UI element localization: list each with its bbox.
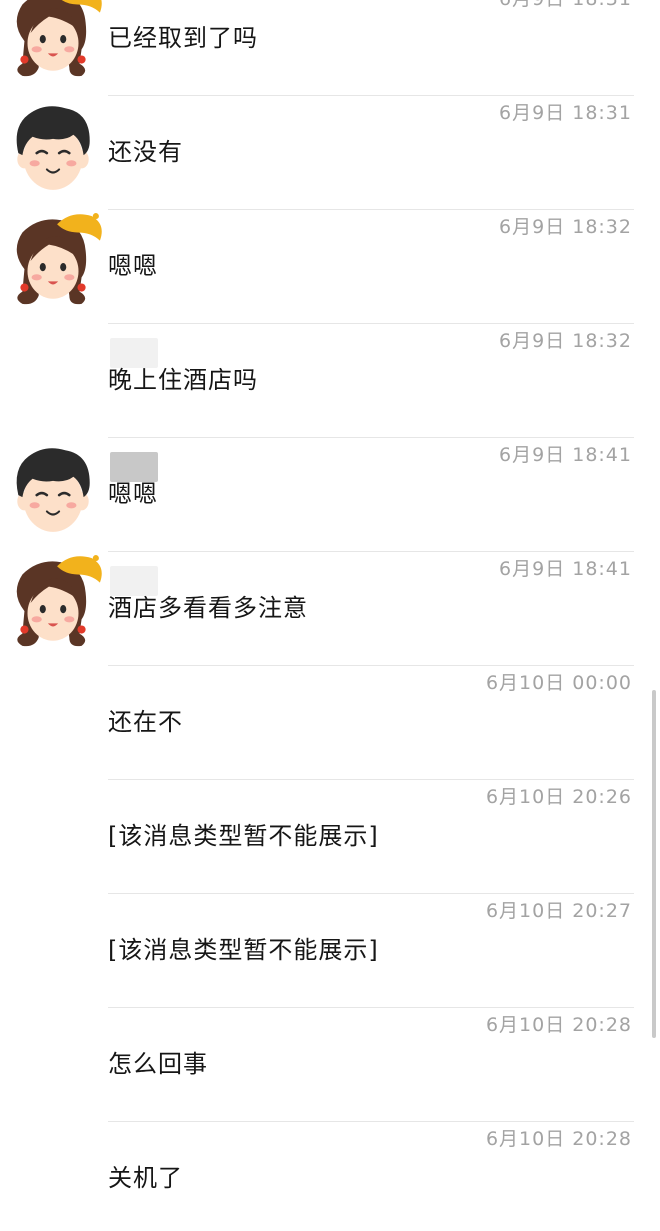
message-text: 还在不 (108, 708, 183, 736)
message-text: 怎么回事 (108, 1050, 208, 1078)
boy-avatar-icon[interactable] (2, 438, 104, 540)
message-timestamp: 6月10日 20:28 (485, 1128, 632, 1150)
message-text: 关机了 (108, 1164, 183, 1192)
message-row[interactable]: 6月10日 20:27 [该消息类型暂不能展示] (0, 894, 660, 1008)
message-timestamp: 6月10日 20:26 (485, 786, 632, 808)
girl-avatar-icon[interactable] (2, 552, 104, 654)
message-timestamp: 6月10日 20:27 (485, 900, 632, 922)
message-row[interactable]: 6月9日 18:32 嗯嗯 (0, 210, 660, 324)
message-row[interactable]: 6月9日 18:32 晚上住酒店吗 (0, 324, 660, 438)
message-text: [该消息类型暂不能展示] (108, 936, 379, 964)
message-timestamp: 6月9日 18:31 (499, 0, 632, 11)
message-text: 晚上住酒店吗 (108, 366, 258, 394)
scrollbar[interactable] (652, 690, 656, 1038)
message-text: 还没有 (108, 138, 183, 166)
message-timestamp: 6月10日 00:00 (485, 672, 632, 694)
message-timestamp: 6月10日 20:28 (485, 1014, 632, 1036)
message-row[interactable]: 6月10日 20:26 [该消息类型暂不能展示] (0, 780, 660, 894)
message-timestamp: 6月9日 18:41 (499, 444, 632, 466)
message-text: 已经取到了吗 (108, 24, 258, 52)
message-text: 酒店多看看多注意 (108, 594, 308, 622)
message-row[interactable]: 6月9日 18:31 还没有 (0, 96, 660, 210)
chat-history-page: 6月9日 18:31 已经取到了吗 6月9日 18:31 还没有 (0, 0, 660, 1231)
message-row[interactable]: 6月10日 20:28 怎么回事 (0, 1008, 660, 1122)
message-row[interactable]: 6月9日 18:41 酒店多看看多注意 (0, 552, 660, 666)
message-timestamp: 6月9日 18:32 (499, 216, 632, 238)
message-row[interactable]: 6月10日 00:00 还在不 (0, 666, 660, 780)
girl-avatar-icon[interactable] (2, 0, 104, 84)
message-timestamp: 6月9日 18:31 (499, 102, 632, 124)
message-timestamp: 6月9日 18:41 (499, 558, 632, 580)
message-text: [该消息类型暂不能展示] (108, 822, 379, 850)
message-text: 嗯嗯 (108, 480, 158, 508)
message-timestamp: 6月9日 18:32 (499, 330, 632, 352)
message-row[interactable]: 6月10日 20:28 关机了 (0, 1122, 660, 1231)
message-text: 嗯嗯 (108, 252, 158, 280)
girl-avatar-icon[interactable] (2, 210, 104, 312)
message-row[interactable]: 6月9日 18:31 已经取到了吗 (0, 0, 660, 96)
boy-avatar-icon[interactable] (2, 96, 104, 198)
message-row[interactable]: 6月9日 18:41 嗯嗯 (0, 438, 660, 552)
